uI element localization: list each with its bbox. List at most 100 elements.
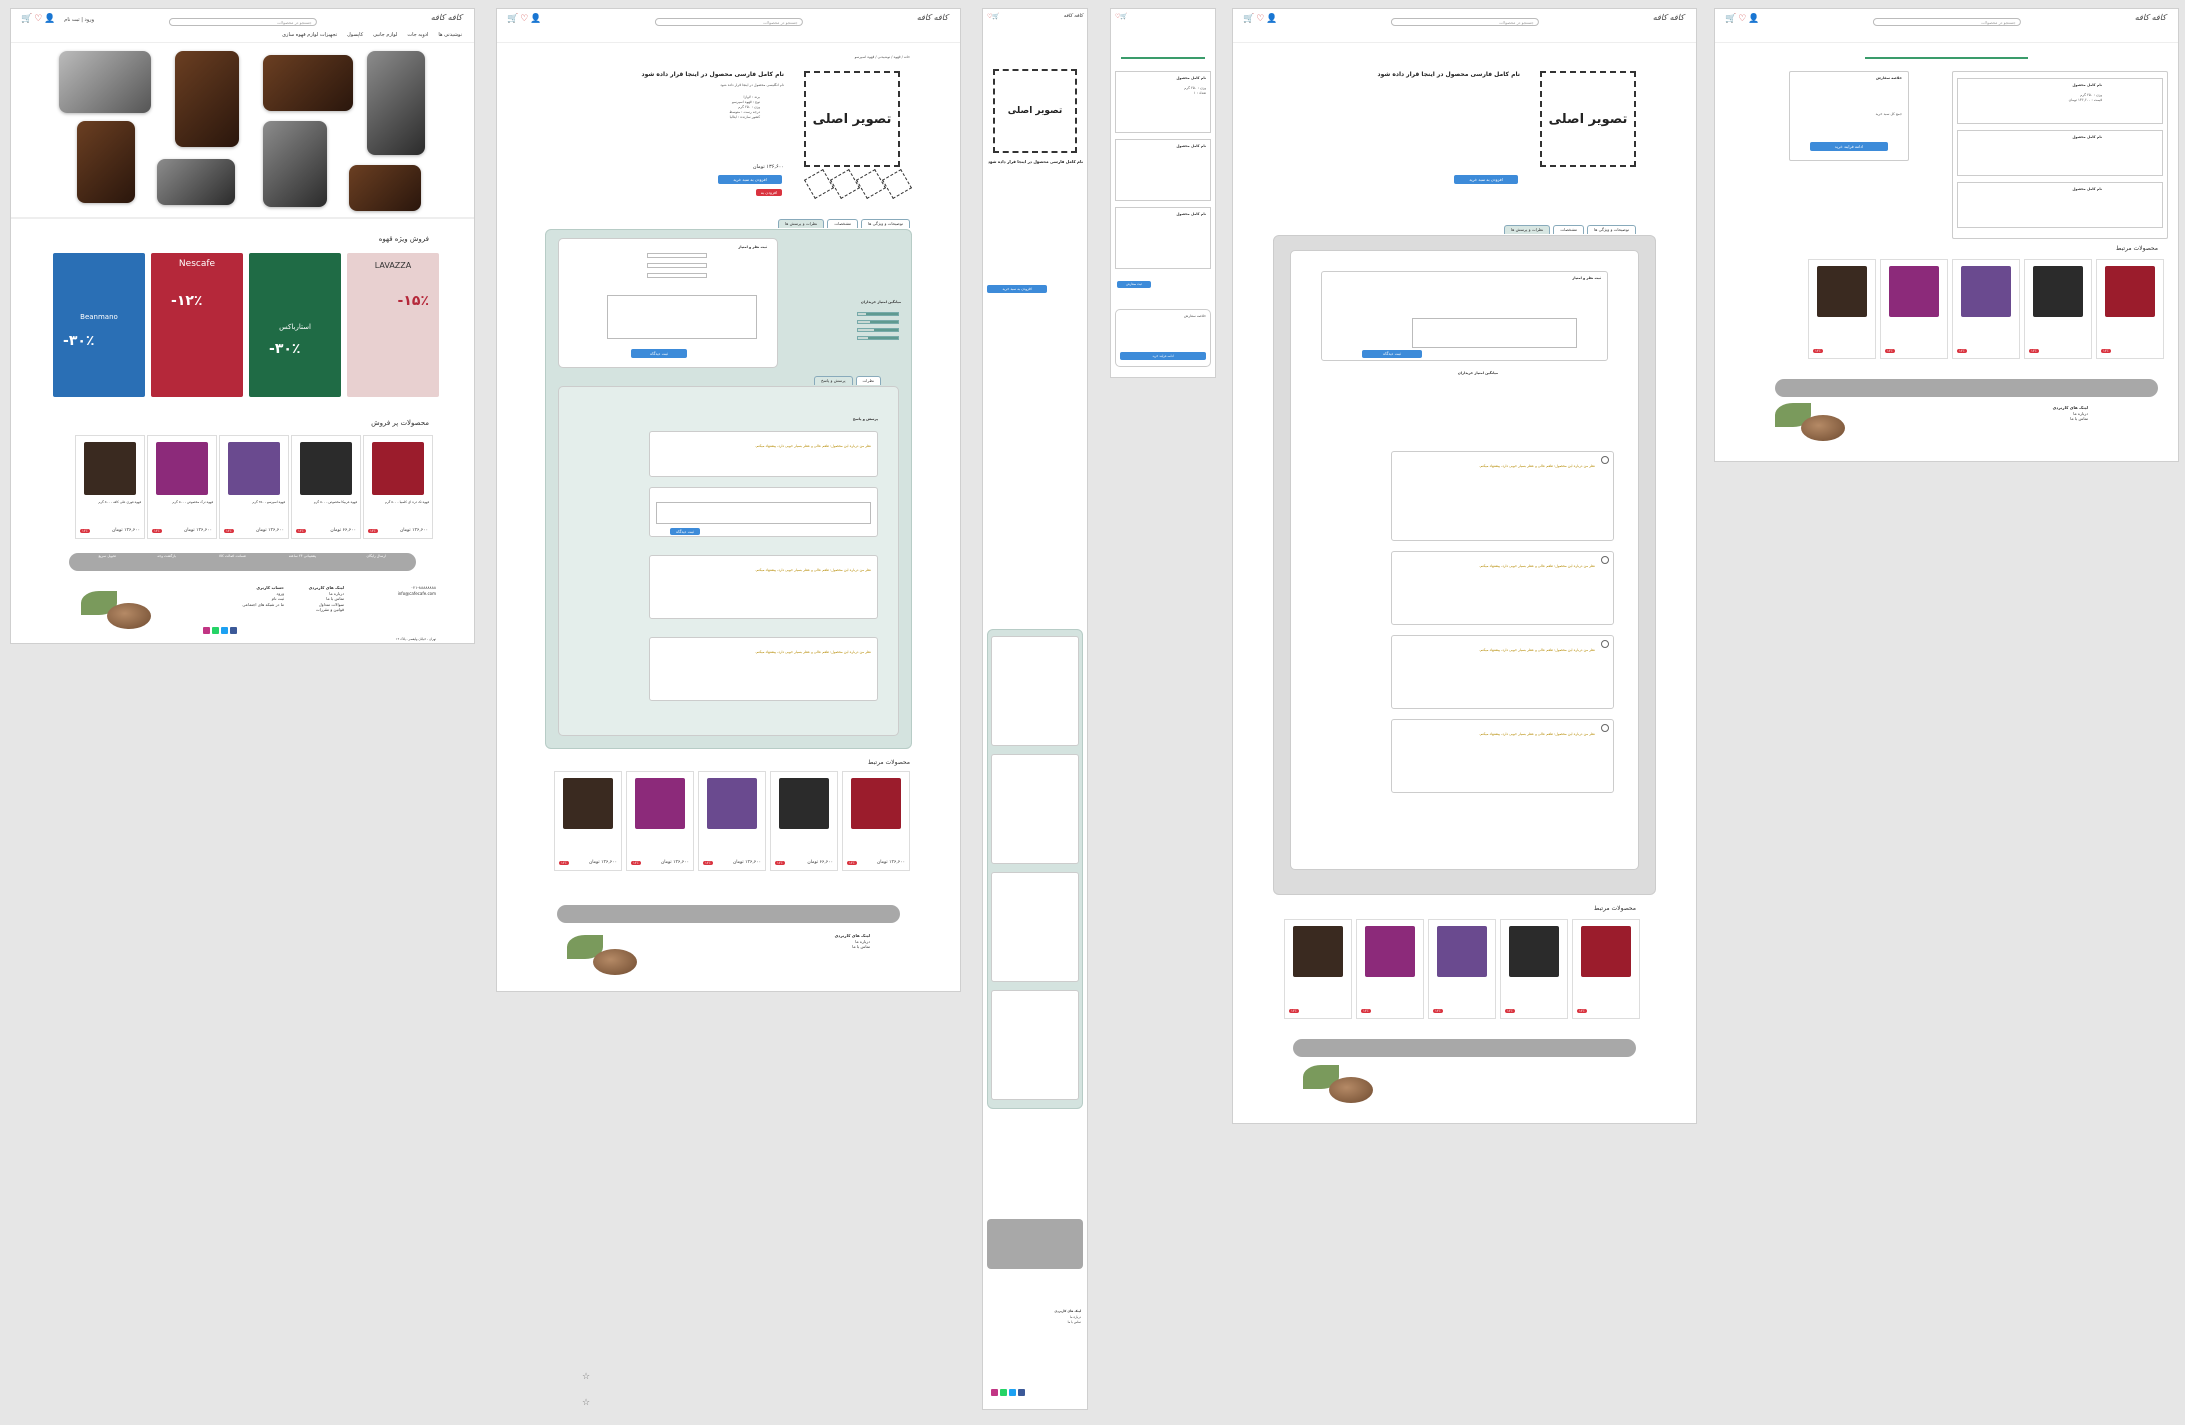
product-card[interactable]: ۱۲٪ [1572, 919, 1640, 1019]
wishlist-button[interactable]: افزودن به علاقه مندی [756, 189, 782, 202]
banner-starbucks[interactable]: استارباکس ۳۰٪- [249, 253, 341, 397]
tab-specs[interactable]: مشخصات [827, 219, 859, 228]
social-icons[interactable] [991, 1389, 1025, 1396]
coffee-spoons-photo[interactable] [77, 121, 135, 203]
review-textarea[interactable] [607, 295, 757, 339]
header-icons[interactable]: 🛒♡👤 [21, 14, 57, 24]
coffee-cup-photo[interactable] [59, 51, 151, 113]
product-card[interactable]: ۱۲٪ [2024, 259, 2092, 359]
reply-submit-button[interactable]: ثبت دیدگاه [670, 528, 700, 535]
product-card[interactable]: ۱۳۶,۶۰۰ تومان ۱۲٪ [842, 771, 910, 871]
product-card[interactable]: قهوه تک ذره ای کلمبیا - ۵۰۰ گرم ۱۳۶,۶۰۰ ت… [363, 435, 433, 539]
nav-item[interactable]: نوشیدنی ها [438, 32, 462, 38]
product-card[interactable]: ۱۲٪ [2096, 259, 2164, 359]
product-card[interactable]: قهوه اسپرسو - ۲۵۰ گرم ۱۳۶,۶۰۰ تومان ۱۲٪ [219, 435, 289, 539]
login-link[interactable]: ورود | ثبت نام [64, 17, 94, 23]
features-band [987, 1219, 1083, 1269]
tab-reviews[interactable]: نظرات و پرسش ها [1504, 225, 1551, 234]
header-icons[interactable]: 🛒♡ [1115, 13, 1128, 20]
social-icons[interactable] [203, 627, 237, 634]
checkout-button[interactable]: ادامه فرایند خرید [1810, 142, 1888, 151]
banner-nescafe[interactable]: Nescafe ۱۲٪- [151, 253, 243, 397]
header-icons[interactable]: 🛒♡👤 [1243, 14, 1279, 24]
nav-item[interactable]: لوازم جانبی [373, 32, 397, 38]
search-input[interactable]: جستجو در محصولات [1390, 18, 1539, 26]
product-card[interactable]: قهوه عربیکا مخصوص - ۵۰۰ گرم ۶۶,۶۰۰ تومان ۱… [291, 435, 361, 539]
coffee-grinder-photo[interactable] [367, 51, 425, 155]
product-card[interactable]: ۱۳۶,۶۰۰ تومان ۱۲٪ [554, 771, 622, 871]
cafe-interior-photo[interactable] [263, 55, 353, 111]
submit-review-button[interactable]: ثبت دیدگاه [1362, 350, 1422, 358]
banner-lavazza[interactable]: LAVAZZA ۱۵٪- [347, 253, 439, 397]
site-header: کافه کافه جستجو در محصولات 🛒♡👤 [1233, 9, 1696, 43]
tab-description[interactable]: توضیحات و ویژگی ها [861, 219, 910, 228]
product-card[interactable]: ۶۶,۶۰۰ تومان ۱۲٪ [770, 771, 838, 871]
product-card[interactable]: ۱۲٪ [1808, 259, 1876, 359]
thumbnail[interactable] [803, 168, 835, 200]
product-card[interactable]: ۱۲٪ [1952, 259, 2020, 359]
qa-title: پرسش و پاسخ [852, 417, 878, 421]
product-details: برند : لاوازا نوع : قهوه اسپرسو وزن : ۲۵۰ … [729, 95, 760, 119]
site-logo[interactable]: کافه کافه [2135, 13, 2166, 22]
moka-pot-photo[interactable] [263, 121, 327, 207]
search-input[interactable]: جستجو در محصولات [168, 18, 317, 26]
header-icons[interactable]: 🛒♡ [987, 13, 1000, 20]
coffee-beans-photo[interactable] [175, 51, 239, 147]
product-card[interactable]: ۱۳۶,۶۰۰ تومان ۱۲٪ [626, 771, 694, 871]
product-card[interactable]: ۱۲٪ [1284, 919, 1352, 1019]
review-textarea[interactable] [1412, 318, 1577, 348]
checkout-button[interactable]: ادامه فرایند خرید [1120, 352, 1206, 360]
main-image-placeholder[interactable]: تصویر اصلی [804, 71, 900, 167]
banner-beanmano[interactable]: Beanmano ۳۰٪- [53, 253, 145, 397]
submit-review-button[interactable]: ثبت دیدگاه [631, 349, 687, 358]
site-logo[interactable]: کافه کافه [917, 13, 948, 22]
add-to-cart-button[interactable]: افزودن به سبد خرید [987, 285, 1047, 293]
title-field[interactable] [647, 273, 707, 278]
thumbnail[interactable] [829, 168, 861, 200]
place-order-button[interactable]: ثبت سفارش [1117, 281, 1151, 288]
product-card[interactable]: ۱۲٪ [1356, 919, 1424, 1019]
banner-discount: ۳۰٪- [269, 341, 301, 357]
product-card[interactable]: ۱۲٪ [1500, 919, 1568, 1019]
site-logo[interactable]: کافه کافه [1653, 13, 1684, 22]
product-subtitle: نام انگلیسی محصول در اینجا قرار داده شود [720, 83, 784, 87]
breadcrumb[interactable]: خانه / قهوه / نوشیدنی / قهوه اسپرسو [855, 55, 910, 60]
tab-description[interactable]: توضیحات و ویژگی ها [1587, 225, 1636, 234]
features-band [557, 905, 900, 923]
main-image-placeholder[interactable]: تصویر اصلی [993, 69, 1077, 153]
product-tabs: توضیحات و ویژگی ها مشخصات نظرات و پرسش ه… [778, 219, 910, 228]
review-item: نظر من درباره این محصول: طعم عالی و عطر … [1391, 635, 1614, 709]
review-item: نظر من درباره این محصول: طعم عالی و عطر … [1391, 719, 1614, 793]
nav-item[interactable]: ادویه جات [407, 32, 428, 38]
site-header: کافه کافه جستجو در محصولات 🛒♡👤 [1715, 9, 2178, 43]
tab-specs[interactable]: مشخصات [1553, 225, 1585, 234]
product-card[interactable]: قهوه فوری علی کافه - ۵۰۰ گرم ۱۳۶,۶۰۰ توما… [75, 435, 145, 539]
product-card[interactable]: قهوه ترک مخصوص - ۵۰۰ گرم ۱۳۶,۶۰۰ تومان ۱۲٪ [147, 435, 217, 539]
header-icons[interactable]: 🛒♡👤 [507, 14, 543, 24]
header-icons[interactable]: 🛒♡👤 [1725, 14, 1761, 24]
product-tabs: توضیحات و ویژگی ها مشخصات نظرات و پرسش ه… [1504, 225, 1636, 234]
espresso-machine-photo[interactable] [157, 159, 235, 205]
add-to-cart-button[interactable]: افزودن به سبد خرید [1454, 175, 1518, 184]
thumbnail[interactable] [881, 168, 913, 200]
name-field[interactable] [647, 253, 707, 258]
email-field[interactable] [647, 263, 707, 268]
product-card[interactable]: ۱۲٪ [1880, 259, 1948, 359]
reviews-inner: ثبت نظر و امتیاز ثبت دیدگاه میانگین امتی… [1290, 250, 1639, 870]
tab-qa[interactable]: پرسش و پاسخ [814, 376, 853, 385]
product-card[interactable]: ۱۳۶,۶۰۰ تومان ۱۲٪ [698, 771, 766, 871]
nav-item[interactable]: تجهیزات لوازم قهوه سازی [282, 32, 337, 38]
search-input[interactable]: جستجو در محصولات [1872, 18, 2021, 26]
tab-reviews[interactable]: نظرات و پرسش ها [778, 219, 825, 228]
product-card[interactable]: ۱۲٪ [1428, 919, 1496, 1019]
roasted-beans-photo[interactable] [349, 165, 421, 211]
site-logo[interactable]: کافه کافه [1063, 13, 1083, 19]
main-image-placeholder[interactable]: تصویر اصلی [1540, 71, 1636, 167]
search-input[interactable]: جستجو در محصولات [654, 18, 803, 26]
add-to-cart-button[interactable]: افزودن به سبد خرید [718, 175, 782, 184]
nav-item[interactable]: کاپسول [347, 32, 363, 38]
site-logo[interactable]: کافه کافه [431, 13, 462, 22]
tab-reviews-list[interactable]: نظرات [855, 376, 881, 385]
thumbnail[interactable] [855, 168, 887, 200]
reply-textarea[interactable] [656, 502, 871, 524]
